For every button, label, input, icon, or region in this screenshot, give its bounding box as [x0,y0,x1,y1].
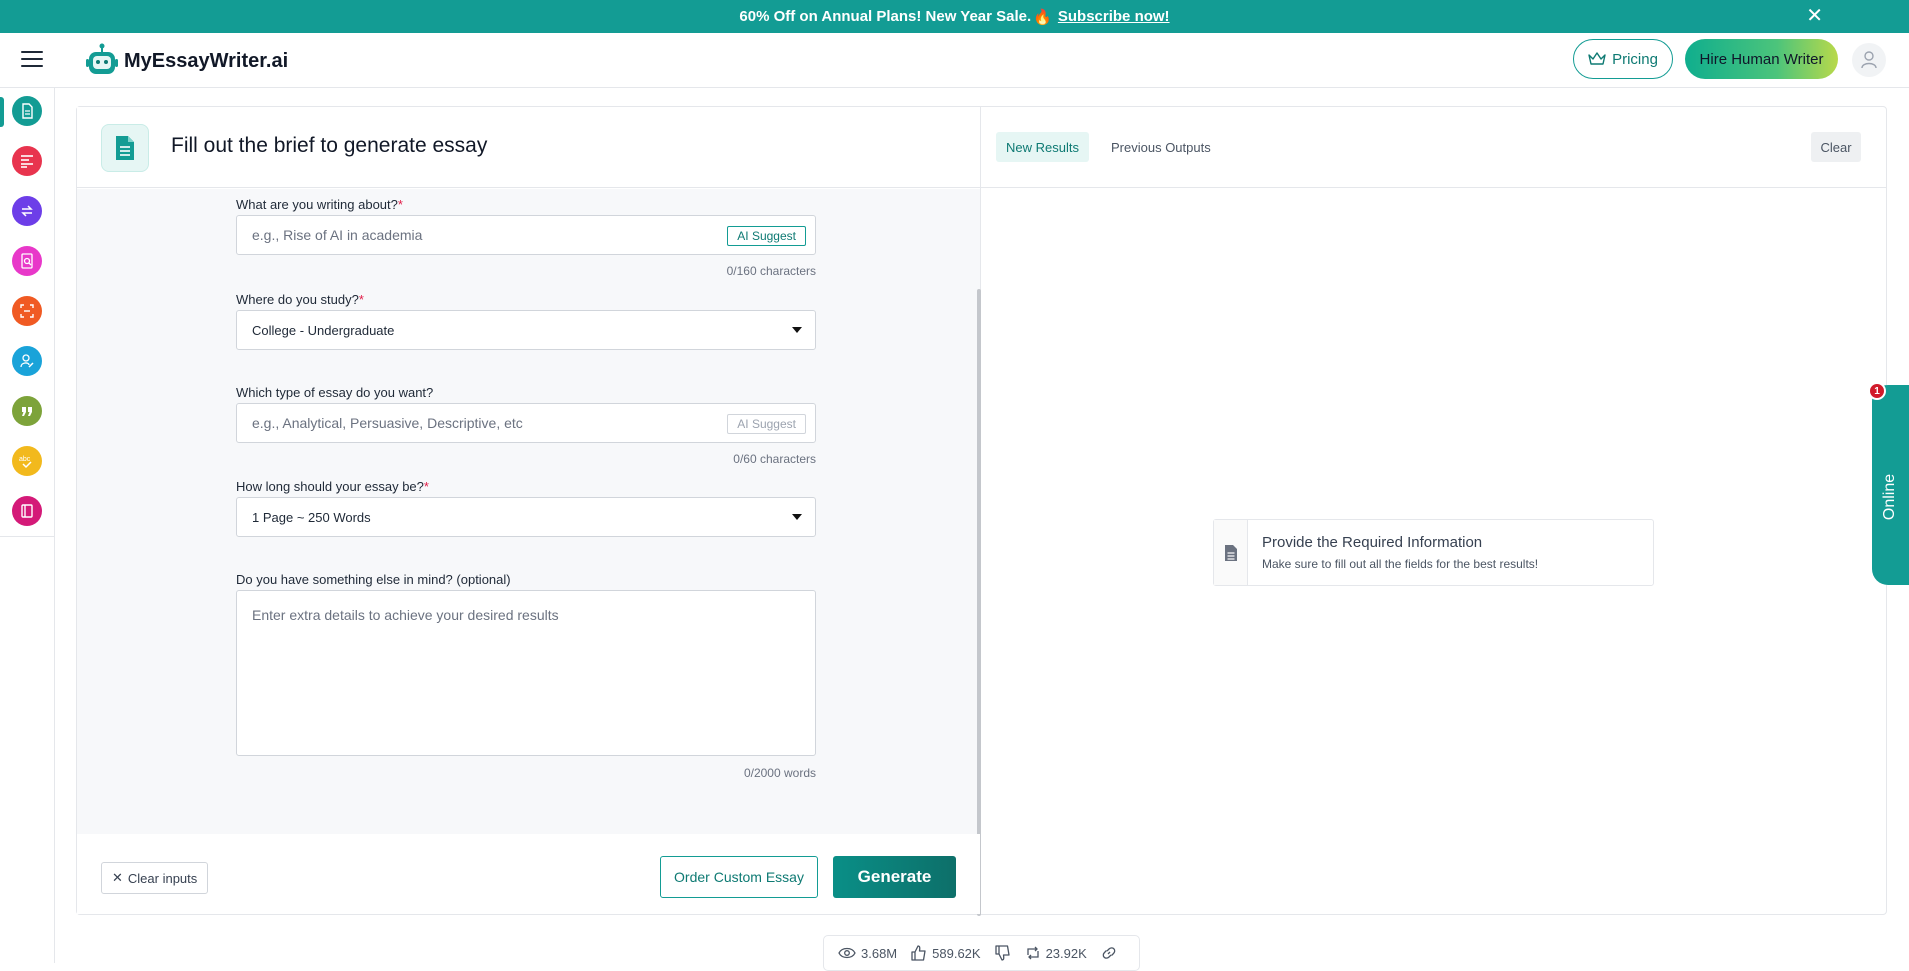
brief-form-pane: Fill out the brief to generate essay Wha… [77,107,981,916]
sidebar-divider [0,536,55,537]
length-label-text: How long should your essay be? [236,479,424,494]
extra-details-label-text: Do you have something else in mind? (opt… [236,572,511,587]
book-icon[interactable] [12,496,42,526]
thumbs-up-icon [911,945,926,961]
clear-results-button[interactable]: Clear [1811,132,1861,162]
essay-type-ai-suggest-button[interactable]: AI Suggest [727,414,806,434]
pricing-label: Pricing [1612,50,1658,68]
copy-link-stat[interactable] [1101,945,1117,961]
views-count: 3.68M [861,945,898,961]
chevron-down-icon [792,514,802,520]
paragraph-icon[interactable] [12,146,42,176]
results-header: New Results Previous Outputs Clear [981,107,1886,188]
close-icon: ✕ [112,870,123,885]
tab-new-results[interactable]: New Results [996,132,1089,162]
essay-type-label: Which type of essay do you want? [236,385,433,400]
link-icon [1102,947,1116,959]
empty-state-notice: Provide the Required Information Make su… [1213,519,1654,586]
pricing-button[interactable]: Pricing [1573,39,1673,79]
clear-inputs-button[interactable]: ✕ Clear inputs [101,862,209,894]
document-icon [1214,520,1248,585]
citation-icon[interactable] [12,396,42,426]
close-icon[interactable]: ✕ [1806,5,1823,27]
extra-details-textarea[interactable]: Enter extra details to achieve your desi… [236,590,816,756]
plagiarism-checker-icon[interactable] [12,246,42,276]
user-avatar-icon[interactable] [1852,43,1886,77]
extra-word-counter: 0/2000 words [743,766,816,780]
essay-type-placeholder: e.g., Analytical, Persuasive, Descriptiv… [252,415,523,431]
svg-text:abc: abc [19,456,31,463]
humanizer-icon[interactable] [12,346,42,376]
crown-icon [1588,52,1606,65]
clear-inputs-label: Clear inputs [127,870,198,886]
shares-stat[interactable]: 23.92K [1025,945,1087,961]
hamburger-menu-icon[interactable] [21,51,43,69]
form-title: Fill out the brief to generate essay [171,134,488,157]
tab-previous-outputs[interactable]: Previous Outputs [1101,132,1221,162]
eye-icon [838,947,856,959]
topic-label: What are you writing about?* [236,197,403,212]
promo-banner: 60% Off on Annual Plans! New Year Sale. … [0,0,1909,33]
active-indicator [0,97,4,127]
logo[interactable]: MyEssayWriter.ai [84,43,288,79]
fire-emoji: 🔥 [1033,8,1052,26]
robot-logo-icon [86,43,118,74]
form-body: What are you writing about?* e.g., Rise … [77,189,981,916]
generate-button[interactable]: Generate [833,856,956,898]
views-stat: 3.68M [838,946,897,961]
notice-subtitle: Make sure to fill out all the fields for… [1262,557,1539,571]
topic-input[interactable]: e.g., Rise of AI in academia AI Suggest [236,215,816,255]
extra-details-placeholder: Enter extra details to achieve your desi… [252,607,559,623]
notice-title: Provide the Required Information [1262,534,1483,551]
promo-text: 60% Off on Annual Plans! New Year Sale. [739,8,1032,25]
required-mark: * [358,292,364,307]
form-header: Fill out the brief to generate essay [77,107,980,188]
dislike-stat[interactable] [994,945,1011,961]
online-label: Online [1881,473,1898,521]
document-icon [101,124,149,172]
essay-length-value: 1 Page ~ 250 Words [252,509,371,525]
length-label: How long should your essay be?* [236,479,429,494]
top-navbar: MyEssayWriter.ai Pricing Hire Human Writ… [0,33,1909,88]
notification-badge: 1 [1868,382,1886,400]
results-pane: New Results Previous Outputs Clear Provi… [981,107,1886,914]
stats-bar: 3.68M 589.62K 23.92K [823,935,1140,971]
order-custom-essay-button[interactable]: Order Custom Essay [660,856,818,898]
likes-stat[interactable]: 589.62K [911,945,981,961]
form-footer: ✕ Clear inputs Order Custom Essay Genera… [77,834,980,914]
topic-ai-suggest-button[interactable]: AI Suggest [727,226,806,246]
logo-text: MyEssayWriter.ai [124,49,289,72]
grammar-checker-icon[interactable]: abc [12,446,42,476]
study-level-select[interactable]: College - Undergraduate [236,310,816,350]
topic-char-counter: 0/160 characters [726,264,816,278]
online-chat-tab[interactable]: Online [1872,385,1909,585]
study-label: Where do you study?* [236,292,364,307]
chevron-down-icon [792,327,802,333]
essay-writer-icon[interactable] [12,96,42,126]
essay-type-label-text: Which type of essay do you want? [236,385,434,400]
shares-count: 23.92K [1045,945,1087,961]
essay-type-char-counter: 0/60 characters [733,452,816,466]
essay-type-input[interactable]: e.g., Analytical, Persuasive, Descriptiv… [236,403,816,443]
study-level-value: College - Undergraduate [252,322,395,338]
study-label-text: Where do you study? [236,292,359,307]
topic-label-text: What are you writing about? [236,197,398,212]
hire-label: Hire Human Writer [1699,50,1824,68]
tool-sidebar: abc [0,88,55,963]
essay-generator-card: Fill out the brief to generate essay Wha… [76,106,1887,916]
likes-count: 589.62K [932,945,981,961]
required-mark: * [397,197,403,212]
extra-details-label: Do you have something else in mind? (opt… [236,572,511,587]
essay-length-select[interactable]: 1 Page ~ 250 Words [236,497,816,537]
subscribe-link[interactable]: Subscribe now! [1058,8,1170,25]
topic-placeholder: e.g., Rise of AI in academia [252,227,423,243]
thumbs-down-icon [994,945,1010,961]
repost-icon [1026,946,1039,960]
summarizer-icon[interactable] [12,296,42,326]
required-mark: * [423,479,429,494]
hire-human-writer-button[interactable]: Hire Human Writer [1685,39,1838,79]
paraphrase-icon[interactable] [12,196,42,226]
